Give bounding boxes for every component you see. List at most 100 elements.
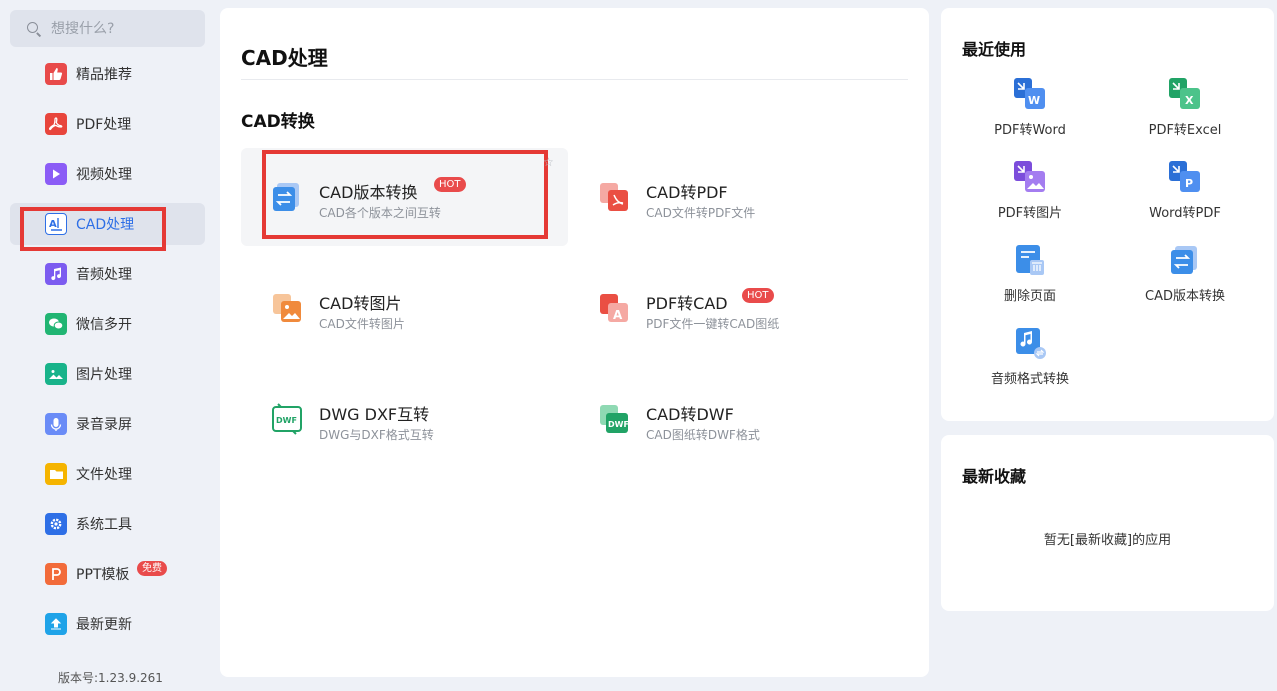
wechat-icon bbox=[45, 313, 67, 335]
sidebar-item-label: PDF处理 bbox=[76, 117, 132, 133]
microphone-icon bbox=[45, 413, 67, 435]
svg-text:A: A bbox=[613, 308, 623, 322]
version-convert-icon bbox=[271, 181, 303, 213]
recent-panel: 最近使用 W PDF转Word X PDF转Excel PDF转图片 P Wor… bbox=[941, 8, 1274, 421]
recent-app-pdf-to-image[interactable]: PDF转图片 bbox=[955, 161, 1105, 236]
card-title: DWG DXF互转 bbox=[319, 405, 430, 424]
tool-card-pdf-to-cad[interactable]: A PDF转CAD HOT PDF文件一键转CAD图纸 bbox=[568, 259, 895, 357]
card-title: CAD转PDF bbox=[646, 183, 728, 202]
sidebar-item-system[interactable]: 系统工具 bbox=[10, 503, 205, 545]
favorite-star-icon[interactable]: ☆ bbox=[543, 155, 554, 169]
svg-text:P: P bbox=[1185, 177, 1193, 190]
svg-text:X: X bbox=[1185, 94, 1194, 107]
divider bbox=[241, 79, 908, 80]
recent-app-cad-version[interactable]: CAD版本转换 bbox=[1110, 244, 1260, 319]
sidebar-item-label: 录音录屏 bbox=[76, 417, 132, 433]
sidebar-item-ppt[interactable]: PPT模板 免费 bbox=[10, 553, 205, 595]
card-title: CAD转图片 bbox=[319, 294, 402, 313]
app-label: PDF转Word bbox=[994, 123, 1066, 138]
sidebar-item-featured[interactable]: 精品推荐 bbox=[10, 53, 205, 95]
pdf-to-word-icon: W bbox=[1014, 78, 1046, 110]
gear-icon bbox=[45, 513, 67, 535]
pdf-to-excel-icon: X bbox=[1169, 78, 1201, 110]
folder-icon bbox=[45, 463, 67, 485]
card-subtitle: CAD各个版本之间互转 bbox=[319, 206, 441, 220]
cad-to-pdf-icon bbox=[598, 181, 630, 213]
tool-card-cad-to-image[interactable]: CAD转图片 CAD文件转图片 bbox=[241, 259, 568, 357]
card-subtitle: CAD文件转图片 bbox=[319, 317, 405, 331]
search-box[interactable] bbox=[10, 10, 205, 47]
app-label: CAD版本转换 bbox=[1145, 289, 1225, 304]
music-icon bbox=[45, 263, 67, 285]
tool-card-cad-version[interactable]: CAD版本转换 HOT CAD各个版本之间互转 bbox=[241, 148, 568, 246]
search-input[interactable] bbox=[49, 19, 193, 38]
sidebar-item-label: 文件处理 bbox=[76, 467, 132, 483]
upload-icon bbox=[45, 613, 67, 635]
app-label: 音频格式转换 bbox=[990, 372, 1069, 387]
sidebar-item-label: PPT模板 bbox=[76, 567, 130, 583]
version-label: 版本号:1.23.9.261 bbox=[58, 671, 163, 685]
sidebar-item-pdf[interactable]: PDF处理 bbox=[10, 103, 205, 145]
tool-card-dwg-dxf[interactable]: DWF DWG DXF互转 DWG与DXF格式互转 bbox=[241, 370, 568, 468]
hot-badge: HOT bbox=[742, 288, 774, 303]
sidebar-item-audio[interactable]: 音频处理 bbox=[10, 253, 205, 295]
pdf-to-cad-icon: A bbox=[598, 292, 630, 324]
svg-text:DWF: DWF bbox=[276, 416, 297, 425]
card-title: CAD转DWF bbox=[646, 405, 734, 424]
recent-title: 最近使用 bbox=[962, 40, 1027, 59]
sidebar-item-record[interactable]: 录音录屏 bbox=[10, 403, 205, 445]
cad-to-dwf-icon: DWF bbox=[598, 403, 630, 435]
sidebar-item-label: 微信多开 bbox=[76, 317, 132, 333]
sidebar-item-label: 图片处理 bbox=[76, 367, 132, 383]
page-title: CAD处理 bbox=[241, 46, 328, 70]
sidebar-item-file[interactable]: 文件处理 bbox=[10, 453, 205, 495]
word-to-pdf-icon: P bbox=[1169, 161, 1201, 193]
card-subtitle: CAD图纸转DWF格式 bbox=[646, 428, 760, 442]
free-badge: 免费 bbox=[137, 561, 167, 576]
favorites-panel: 最新收藏 暂无[最新收藏]的应用 bbox=[941, 435, 1274, 611]
cad-to-image-icon bbox=[271, 292, 303, 324]
app-label: Word转PDF bbox=[1149, 206, 1221, 221]
thumbs-up-icon bbox=[45, 63, 67, 85]
search-icon bbox=[27, 21, 41, 36]
cad-version-icon bbox=[1169, 244, 1201, 276]
sidebar: 精品推荐 PDF处理 视频处理 A CAD处理 音频处理 bbox=[0, 0, 215, 691]
play-icon bbox=[45, 163, 67, 185]
card-subtitle: PDF文件一键转CAD图纸 bbox=[646, 317, 780, 331]
favorites-empty-text: 暂无[最新收藏]的应用 bbox=[1043, 533, 1172, 548]
app-label: PDF转图片 bbox=[997, 206, 1063, 221]
tool-card-cad-to-dwf[interactable]: DWF CAD转DWF CAD图纸转DWF格式 bbox=[568, 370, 895, 468]
recent-app-audio-convert[interactable]: 音频格式转换 bbox=[955, 327, 1105, 402]
sidebar-item-wechat[interactable]: 微信多开 bbox=[10, 303, 205, 345]
favorites-title: 最新收藏 bbox=[962, 467, 1027, 486]
sidebar-item-label: 视频处理 bbox=[76, 167, 132, 183]
hot-badge: HOT bbox=[434, 177, 466, 192]
recent-app-pdf-to-excel[interactable]: X PDF转Excel bbox=[1110, 78, 1260, 153]
card-subtitle: DWG与DXF格式互转 bbox=[319, 428, 434, 442]
app-label: 删除页面 bbox=[1003, 289, 1056, 304]
sidebar-item-label: 音频处理 bbox=[76, 267, 132, 283]
sidebar-nav: 精品推荐 PDF处理 视频处理 A CAD处理 音频处理 微信多开 图片处理 录… bbox=[10, 53, 205, 653]
recent-app-word-to-pdf[interactable]: P Word转PDF bbox=[1110, 161, 1260, 236]
sidebar-item-video[interactable]: 视频处理 bbox=[10, 153, 205, 195]
card-title: CAD版本转换 bbox=[319, 183, 418, 202]
image-icon bbox=[45, 363, 67, 385]
sidebar-item-update[interactable]: 最新更新 bbox=[10, 603, 205, 645]
ppt-icon bbox=[45, 563, 67, 585]
card-title: PDF转CAD bbox=[646, 294, 728, 313]
pdf-to-image-icon bbox=[1014, 161, 1046, 193]
cad-icon: A bbox=[45, 213, 67, 235]
tool-card-cad-to-pdf[interactable]: CAD转PDF CAD文件转PDF文件 bbox=[568, 148, 895, 246]
sidebar-item-image[interactable]: 图片处理 bbox=[10, 353, 205, 395]
sidebar-item-cad[interactable]: A CAD处理 bbox=[10, 203, 205, 245]
section-title: CAD转换 bbox=[241, 112, 315, 132]
recent-app-delete-page[interactable]: 删除页面 bbox=[955, 244, 1105, 319]
svg-text:DWF: DWF bbox=[608, 420, 629, 429]
recent-app-pdf-to-word[interactable]: W PDF转Word bbox=[955, 78, 1105, 153]
dwg-dxf-icon: DWF bbox=[271, 403, 303, 435]
card-subtitle: CAD文件转PDF文件 bbox=[646, 206, 756, 220]
pdf-icon bbox=[45, 113, 67, 135]
svg-text:A: A bbox=[49, 219, 57, 230]
sidebar-item-label: 最新更新 bbox=[76, 617, 132, 633]
delete-page-icon bbox=[1014, 244, 1046, 276]
